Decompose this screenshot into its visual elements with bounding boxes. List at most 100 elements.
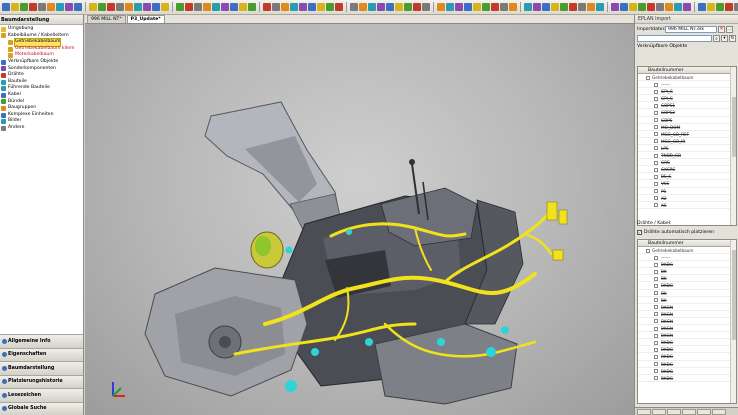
- tree-item[interactable]: Bilder: [0, 118, 83, 125]
- toolbar-button-icon[interactable]: [524, 3, 532, 11]
- expand-icon[interactable]: [654, 110, 658, 115]
- toolbar-button-icon[interactable]: [98, 3, 106, 11]
- toolbar-button-icon[interactable]: [551, 3, 559, 11]
- toolbar-button-icon[interactable]: [674, 3, 682, 11]
- table-row[interactable]: BKDGGY: [638, 261, 736, 269]
- table-row[interactable]: BKGNWC: [638, 318, 736, 326]
- expand-icon[interactable]: [654, 82, 658, 87]
- collapse-icon[interactable]: [646, 248, 650, 253]
- left-section-tab[interactable]: Eigenschaften: [0, 347, 83, 361]
- tree-item[interactable]: Motorkabelbaum: [0, 52, 83, 59]
- toolbar-button-icon[interactable]: [143, 3, 151, 11]
- expand-icon[interactable]: [654, 146, 658, 151]
- toolbar-button-icon[interactable]: [596, 3, 604, 11]
- toolbar-button-icon[interactable]: [125, 3, 133, 11]
- close-icon[interactable]: ✕: [718, 26, 725, 33]
- toolbar-button-icon[interactable]: [281, 3, 289, 11]
- expand-icon[interactable]: [654, 139, 658, 144]
- expand-icon[interactable]: [654, 262, 658, 267]
- expand-icon[interactable]: [654, 103, 658, 108]
- table-row[interactable]: GBPS2: [638, 109, 736, 117]
- toolbar-button-icon[interactable]: [386, 3, 394, 11]
- right-tab-2[interactable]: [652, 409, 666, 415]
- toolbar-button-icon[interactable]: [299, 3, 307, 11]
- toolbar-button-icon[interactable]: [263, 3, 271, 11]
- table-row[interactable]: MGC_GB_REF: [638, 131, 736, 138]
- toolbar-button-icon[interactable]: [2, 3, 10, 11]
- toolbar-button-icon[interactable]: [185, 3, 193, 11]
- toolbar-button-icon[interactable]: [629, 3, 637, 11]
- toolbar-button-icon[interactable]: [38, 3, 46, 11]
- expand-icon[interactable]: [654, 181, 658, 186]
- toolbar-button-icon[interactable]: [212, 3, 220, 11]
- tab-p3-update[interactable]: P3_Update*: [126, 15, 165, 23]
- toolbar-button-icon[interactable]: [437, 3, 445, 11]
- tree-item[interactable]: Verknüpfbare Objekte: [0, 59, 83, 66]
- toolbar-button-icon[interactable]: [491, 3, 499, 11]
- table-row[interactable]: TNDB_GB: [638, 152, 736, 160]
- table-row[interactable]: MGC_GB_IR: [638, 138, 736, 145]
- expand-icon[interactable]: [654, 376, 658, 381]
- expand-icon[interactable]: [654, 125, 658, 130]
- table-row[interactable]: MO_DOM: [638, 124, 736, 131]
- tree-item[interactable]: Getriebekabelbaum: [0, 38, 83, 47]
- toolbar-button-icon[interactable]: [134, 3, 142, 11]
- right-tab-3[interactable]: [667, 409, 681, 415]
- toolbar-button-icon[interactable]: [272, 3, 280, 11]
- table-row[interactable]: VSS: [638, 180, 736, 188]
- wires-grid-scrollbar[interactable]: [730, 240, 736, 403]
- toolbar-button-icon[interactable]: [230, 3, 238, 11]
- table-row[interactable]: BKDGMC: [638, 282, 736, 290]
- table-row[interactable]: GPI_S: [638, 88, 736, 96]
- toolbar-button-icon[interactable]: [11, 3, 19, 11]
- expand-icon[interactable]: [654, 283, 658, 288]
- table-row[interactable]: BKDGGY: [638, 368, 736, 375]
- toolbar-button-icon[interactable]: [716, 3, 724, 11]
- right-tab-4[interactable]: [682, 409, 696, 415]
- toolbar-button-icon[interactable]: [290, 3, 298, 11]
- table-row[interactable]: GBPS1: [638, 102, 736, 110]
- expand-icon[interactable]: [654, 153, 658, 158]
- toolbar-button-icon[interactable]: [368, 3, 376, 11]
- toolbar-button-icon[interactable]: [422, 3, 430, 11]
- toolbar-button-icon[interactable]: [500, 3, 508, 11]
- table-row[interactable]: GRS: [638, 159, 736, 167]
- tree-item[interactable]: Kabel: [0, 92, 83, 99]
- table-row[interactable]: GKSRS: [638, 166, 736, 174]
- expand-icon[interactable]: [654, 160, 658, 165]
- toolbar-button-icon[interactable]: [413, 3, 421, 11]
- toolbar-button-icon[interactable]: [107, 3, 115, 11]
- toolbar-button-icon[interactable]: [194, 3, 202, 11]
- toolbar-button-icon[interactable]: [29, 3, 37, 11]
- toolbar-button-icon[interactable]: [620, 3, 628, 11]
- import-file-field[interactable]: 996 MILL NT.elk: [665, 26, 717, 33]
- 3d-viewport[interactable]: [85, 24, 634, 415]
- toolbar-button-icon[interactable]: [683, 3, 691, 11]
- toolbar-button-icon[interactable]: [350, 3, 358, 11]
- toolbar-button-icon[interactable]: [656, 3, 664, 11]
- toolbar-button-icon[interactable]: [464, 3, 472, 11]
- toolbar-button-icon[interactable]: [533, 3, 541, 11]
- toolbar-button-icon[interactable]: [359, 3, 367, 11]
- toolbar-button-icon[interactable]: [116, 3, 124, 11]
- expand-icon[interactable]: [654, 354, 658, 359]
- toolbar-button-icon[interactable]: [455, 3, 463, 11]
- toolbar-button-icon[interactable]: [473, 3, 481, 11]
- table-row[interactable]: BKBK: [638, 268, 736, 276]
- toolbar-button-icon[interactable]: [161, 3, 169, 11]
- expand-icon[interactable]: [654, 89, 658, 94]
- tree-view[interactable]: Umgebung Kabelbäume / Kabelleitern Getrieb…: [0, 25, 83, 132]
- toolbar-button-icon[interactable]: [404, 3, 412, 11]
- table-row[interactable]: BKGNGY: [638, 332, 736, 340]
- left-section-tab[interactable]: Allgemeine Info: [0, 334, 83, 348]
- filter-icon[interactable]: ▾: [721, 35, 728, 42]
- toolbar-button-icon[interactable]: [698, 3, 706, 11]
- toolbar-button-icon[interactable]: [89, 3, 97, 11]
- engine-model[interactable]: [85, 24, 634, 415]
- right-tab-6[interactable]: [712, 409, 726, 415]
- toolbar-button-icon[interactable]: [647, 3, 655, 11]
- table-row[interactable]: BKDGLP: [638, 353, 736, 361]
- toolbar-button-icon[interactable]: [587, 3, 595, 11]
- left-section-tab[interactable]: Globale Suche: [0, 401, 83, 415]
- table-row[interactable]: BKMC: [638, 275, 736, 283]
